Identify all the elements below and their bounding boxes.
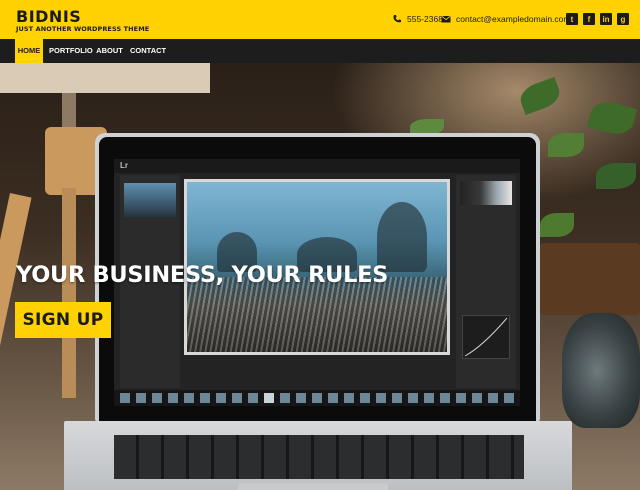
plant-leaf <box>548 133 584 157</box>
film-thumb <box>280 393 290 403</box>
editor-logo: Lr <box>120 161 128 170</box>
film-thumb <box>232 393 242 403</box>
nav-item-portfolio[interactable]: PORTFOLIO <box>49 39 93 63</box>
film-thumb <box>408 393 418 403</box>
film-thumb <box>504 393 514 403</box>
film-thumb <box>328 393 338 403</box>
film-thumb <box>200 393 210 403</box>
film-thumb <box>264 393 274 403</box>
film-thumb <box>440 393 450 403</box>
film-thumb <box>376 393 386 403</box>
film-thumb <box>488 393 498 403</box>
signup-button[interactable]: SIGN UP <box>15 302 111 338</box>
main-navigation: HOME PORTFOLIO ABOUT CONTACT <box>0 39 640 63</box>
header-email[interactable]: contact@exampledomain.com <box>441 13 570 25</box>
lamp-leg-rear <box>62 188 76 398</box>
top-header: BIDNIS JUST ANOTHER WORDPRESS THEME 555-… <box>0 0 640 39</box>
editor-toolbar: Lr <box>114 159 520 173</box>
envelope-icon <box>441 15 451 23</box>
site-title[interactable]: BIDNIS <box>16 8 149 25</box>
film-thumb <box>456 393 466 403</box>
film-thumb <box>136 393 146 403</box>
plant-leaf <box>540 213 574 237</box>
film-thumb <box>360 393 370 403</box>
nav-item-contact[interactable]: CONTACT <box>130 39 166 63</box>
film-thumb <box>472 393 482 403</box>
film-thumb <box>216 393 226 403</box>
social-links: t f in g <box>566 13 629 25</box>
editor-right-panel <box>456 175 516 388</box>
navigator-thumbnail <box>124 183 176 217</box>
site-tagline: JUST ANOTHER WORDPRESS THEME <box>16 25 150 33</box>
editor-filmstrip <box>114 390 520 406</box>
github-icon[interactable]: g <box>617 13 629 25</box>
film-thumb <box>424 393 434 403</box>
phone-icon <box>393 15 401 23</box>
film-thumb <box>392 393 402 403</box>
film-thumb <box>184 393 194 403</box>
lamp-head <box>0 63 210 93</box>
plant-leaf <box>596 163 636 189</box>
header-phone[interactable]: 555-2368 <box>392 13 443 25</box>
curve-line <box>464 317 508 357</box>
facebook-icon[interactable]: f <box>583 13 595 25</box>
laptop-keyboard <box>114 435 524 479</box>
phone-number: 555-2368 <box>407 14 443 24</box>
linkedin-icon[interactable]: in <box>600 13 612 25</box>
site-branding[interactable]: BIDNIS JUST ANOTHER WORDPRESS THEME <box>16 8 149 34</box>
plant-pot <box>540 243 640 315</box>
film-thumb <box>312 393 322 403</box>
hero-headline: YOUR BUSINESS, YOUR RULES <box>16 262 389 288</box>
film-thumb <box>296 393 306 403</box>
glass-vase <box>562 313 640 428</box>
laptop-trackpad <box>238 483 388 490</box>
nav-item-about[interactable]: ABOUT <box>95 39 124 63</box>
histogram <box>460 181 512 205</box>
photo-frost-grass <box>187 277 447 352</box>
film-thumb <box>344 393 354 403</box>
tone-curve <box>462 315 510 359</box>
nav-item-home[interactable]: HOME <box>15 39 43 63</box>
film-thumb <box>248 393 258 403</box>
film-thumb <box>120 393 130 403</box>
film-thumb <box>168 393 178 403</box>
twitter-icon[interactable]: t <box>566 13 578 25</box>
email-address: contact@exampledomain.com <box>456 14 571 24</box>
film-thumb <box>152 393 162 403</box>
